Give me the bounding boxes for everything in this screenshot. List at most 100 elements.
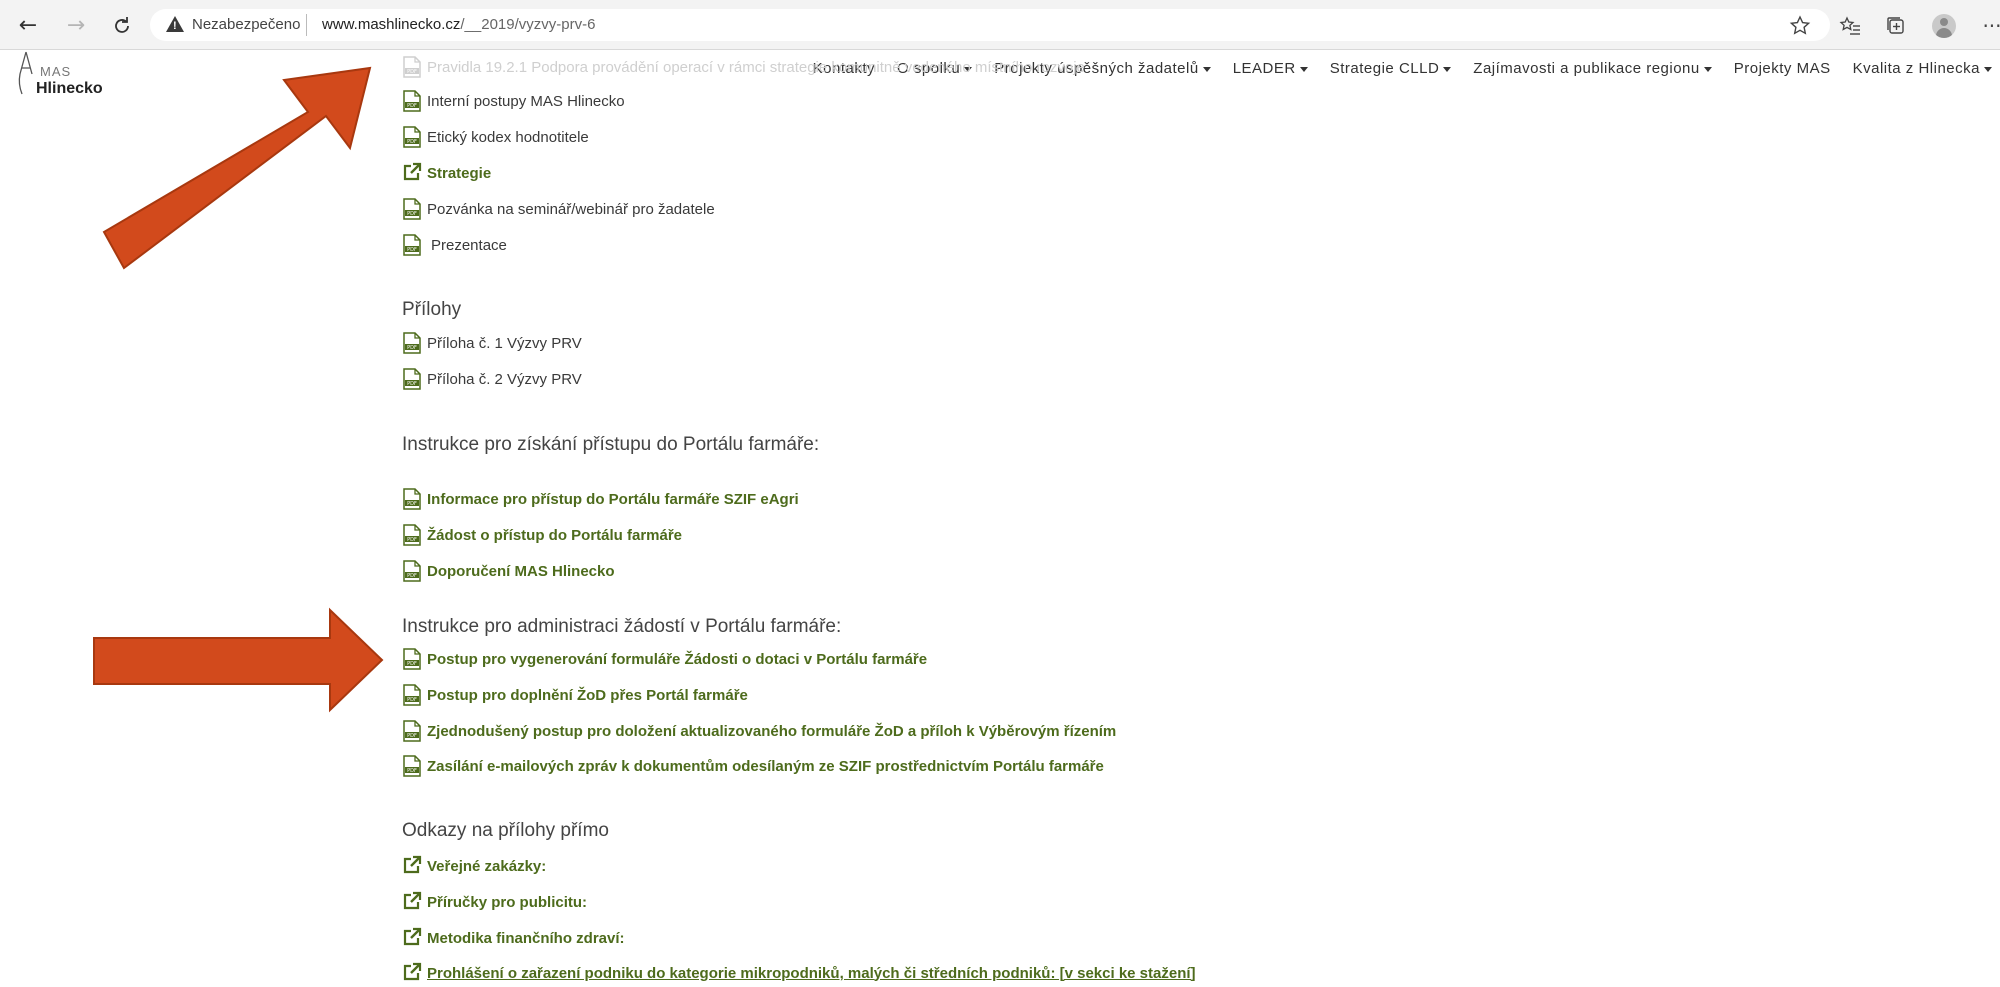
doc-link[interactable]: Prohlášení o zařazení podniku do kategor… [427, 965, 1196, 982]
divider [306, 14, 307, 36]
section-heading-links: Odkazy na přílohy přímo [402, 820, 609, 841]
pdf-icon: PDF [402, 684, 422, 706]
external-link-icon [402, 855, 422, 877]
list-item[interactable]: PDF Pozvánka na seminář/webinář pro žadat… [402, 196, 715, 222]
list-item[interactable]: PDF Postup pro doplnění ŽoD přes Portál f… [402, 682, 748, 708]
nav-item-leader[interactable]: LEADER [1233, 60, 1308, 77]
list-item[interactable]: PDF Etický kodex hodnotitele [402, 124, 589, 150]
svg-text:PDF: PDF [407, 381, 417, 387]
more-icon[interactable]: ··· [1978, 12, 2000, 40]
nav-item-projekty-mas[interactable]: Projekty MAS [1734, 60, 1831, 77]
collections-icon[interactable] [1882, 12, 1910, 40]
forward-icon[interactable]: → [62, 12, 90, 40]
chevron-down-icon [1443, 66, 1452, 72]
favorite-icon[interactable] [1786, 12, 1814, 40]
external-link-icon [402, 162, 422, 184]
doc-link[interactable]: Etický kodex hodnotitele [427, 129, 589, 146]
svg-text:PDF: PDF [407, 697, 417, 703]
arrow-diagonal [102, 66, 372, 270]
pdf-icon: PDF [402, 720, 422, 742]
annotation-arrows [93, 66, 384, 713]
pdf-icon: PDF [402, 56, 422, 78]
svg-text:PDF: PDF [407, 501, 417, 507]
list-item[interactable]: PDF Zjednodušený postup pro doložení aktu… [402, 718, 1116, 744]
doc-link[interactable]: Zjednodušený postup pro doložení aktuali… [427, 723, 1116, 740]
pdf-icon: PDF [402, 332, 422, 354]
doc-link[interactable]: Příloha č. 2 Výzvy PRV [427, 371, 582, 388]
svg-text:PDF: PDF [407, 768, 417, 774]
section-heading-admin: Instrukce pro administraci žádostí v Por… [402, 616, 842, 637]
nav-item-kvalita[interactable]: Kvalita z Hlinecka [1853, 60, 1992, 77]
pdf-icon: PDF [402, 198, 422, 220]
list-item[interactable]: PDF Postup pro vygenerování formuláře Žád… [402, 646, 927, 672]
chevron-down-icon [1984, 66, 1992, 72]
external-link-icon [402, 927, 422, 949]
list-item[interactable]: PDF Pravidla 19.2.1 Podpora provádění ope… [402, 54, 1085, 80]
list-item[interactable]: Veřejné zakázky: [402, 853, 546, 879]
chevron-down-icon [1703, 66, 1712, 72]
doc-link[interactable]: Metodika finančního zdraví: [427, 930, 625, 947]
list-item[interactable]: PDF Zasílání e-mailových zpráv k dokument… [402, 753, 1104, 779]
list-item[interactable]: PDF Žádost o přístup do Portálu farmáře [402, 522, 682, 548]
list-item[interactable]: PDF Doporučení MAS Hlinecko [402, 558, 615, 584]
doc-link[interactable]: Příručky pro publicitu: [427, 894, 587, 911]
list-item[interactable]: Příručky pro publicitu: [402, 889, 587, 915]
section-heading-prilohy: Přílohy [402, 299, 462, 320]
svg-text:PDF: PDF [407, 733, 417, 739]
logo-name: Hlinecko [36, 80, 103, 97]
arrow-right [93, 607, 384, 713]
doc-link[interactable]: Veřejné zakázky: [427, 858, 546, 875]
doc-link[interactable]: Doporučení MAS Hlinecko [427, 563, 615, 580]
section-heading-access: Instrukce pro získání přístupu do Portál… [402, 434, 820, 455]
svg-text:PDF: PDF [407, 661, 417, 667]
doc-link[interactable]: Žádost o přístup do Portálu farmáře [427, 527, 682, 544]
svg-text:PDF: PDF [407, 537, 417, 543]
url-text[interactable]: www.mashlinecko.cz/__2019/vyzvy-prv-6 [322, 16, 595, 33]
svg-text:PDF: PDF [407, 211, 417, 217]
pdf-icon: PDF [402, 368, 422, 390]
doc-link[interactable]: Prezentace [431, 237, 507, 254]
site-logo[interactable]: MAS Hlinecko [16, 50, 116, 100]
doc-link[interactable]: Postup pro doplnění ŽoD přes Portál farm… [427, 687, 748, 704]
doc-link[interactable]: Informace pro přístup do Portálu farmáře… [427, 491, 799, 508]
list-item[interactable]: Metodika finančního zdraví: [402, 925, 625, 951]
logo-figure-icon [18, 51, 33, 95]
browser-toolbar: ← → ! Nezabezpečeno www.mashlinecko.cz/_… [0, 0, 2000, 50]
doc-link[interactable]: Zasílání e-mailových zpráv k dokumentům … [427, 758, 1104, 775]
nav-item-zajimavosti[interactable]: Zajímavosti a publikace regionu [1473, 60, 1712, 77]
reload-icon[interactable] [108, 12, 136, 40]
list-item[interactable]: Prohlášení o zařazení podniku do kategor… [402, 960, 1196, 986]
address-bar[interactable]: ! Nezabezpečeno www.mashlinecko.cz/__201… [150, 9, 1830, 41]
list-item[interactable]: PDF Příloha č. 2 Výzvy PRV [402, 366, 582, 392]
svg-text:PDF: PDF [407, 139, 417, 145]
doc-link[interactable]: Pravidla 19.2.1 Podpora provádění operac… [427, 59, 1085, 76]
security-label[interactable]: Nezabezpečeno [192, 16, 300, 33]
external-link-icon [402, 962, 422, 984]
back-icon[interactable]: ← [14, 12, 42, 40]
external-link-icon [402, 891, 422, 913]
list-item[interactable]: PDF Prezentace [402, 232, 507, 258]
nav-item-strategie-clld[interactable]: Strategie CLLD [1330, 60, 1452, 77]
list-item[interactable]: PDF Informace pro přístup do Portálu farm… [402, 486, 799, 512]
pdf-icon: PDF [402, 524, 422, 546]
doc-link[interactable]: Interní postupy MAS Hlinecko [427, 93, 625, 110]
doc-link[interactable]: Strategie [427, 165, 491, 182]
list-item[interactable]: PDF Interní postupy MAS Hlinecko [402, 88, 625, 114]
pdf-icon: PDF [402, 126, 422, 148]
url-path: /__2019/vyzvy-prv-6 [460, 16, 596, 33]
svg-text:PDF: PDF [407, 345, 417, 351]
doc-link[interactable]: Pozvánka na seminář/webinář pro žadatele [427, 201, 715, 218]
favorites-list-icon[interactable] [1836, 12, 1864, 40]
svg-text:PDF: PDF [407, 103, 417, 109]
pdf-icon: PDF [402, 560, 422, 582]
profile-avatar[interactable] [1932, 14, 1956, 38]
svg-text:PDF: PDF [407, 69, 417, 75]
pdf-icon: PDF [402, 648, 422, 670]
doc-link[interactable]: Postup pro vygenerování formuláře Žádost… [427, 651, 927, 668]
list-item[interactable]: Strategie [402, 160, 491, 186]
pdf-icon: PDF [402, 234, 422, 256]
doc-link[interactable]: Příloha č. 1 Výzvy PRV [427, 335, 582, 352]
svg-text:PDF: PDF [407, 247, 417, 253]
pdf-icon: PDF [402, 755, 422, 777]
list-item[interactable]: PDF Příloha č. 1 Výzvy PRV [402, 330, 582, 356]
